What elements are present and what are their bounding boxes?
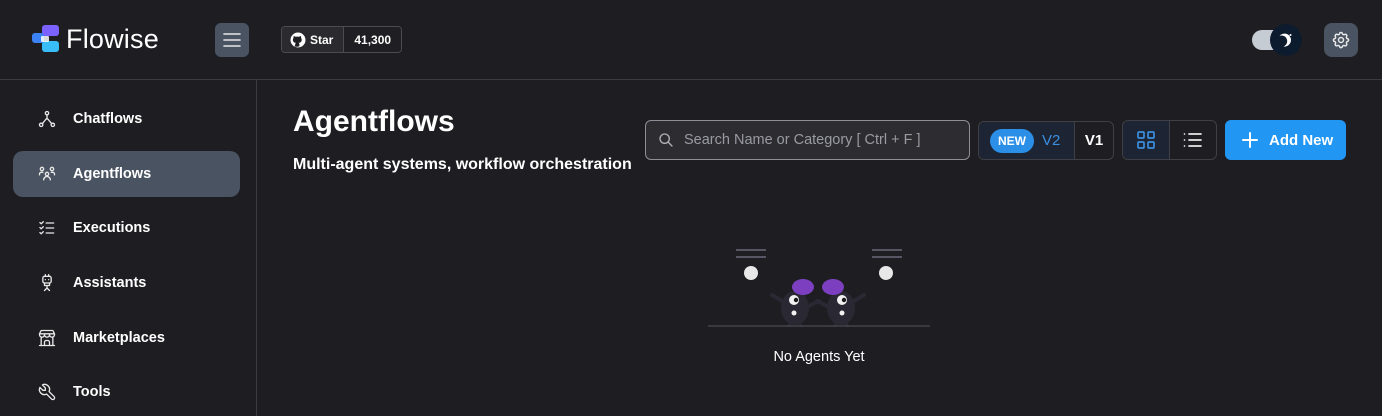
- github-star-button[interactable]: Star: [282, 27, 345, 52]
- sidebar-item-executions[interactable]: Executions: [13, 205, 240, 251]
- github-icon: [290, 32, 306, 47]
- sidebar-item-label: Tools: [73, 384, 111, 400]
- view-mode-toggle: [1122, 120, 1217, 160]
- sidebar-item-label: Marketplaces: [73, 330, 165, 346]
- plus-icon: [1242, 132, 1258, 148]
- tool-icon: [38, 383, 56, 401]
- github-star-label: Star: [310, 32, 334, 47]
- new-badge: NEW: [990, 128, 1034, 153]
- app-header: Flowise Star 41,300: [0, 0, 1382, 80]
- add-new-label: Add New: [1269, 131, 1334, 149]
- grid-icon: [1137, 131, 1155, 149]
- version-toggle: NEW V2 V1: [978, 121, 1114, 160]
- sidebar-item-assistants[interactable]: Assistants: [13, 260, 240, 306]
- moon-icon: [1279, 33, 1292, 47]
- sidebar-item-marketplaces[interactable]: Marketplaces: [13, 315, 240, 361]
- hamburger-menu-icon: [223, 33, 241, 47]
- empty-state-message: No Agents Yet: [773, 349, 865, 365]
- main-content: Agentflows Multi-agent systems, workflow…: [258, 80, 1382, 416]
- version-v1-button[interactable]: V1: [1075, 122, 1113, 159]
- brand-name: Flowise: [66, 23, 159, 54]
- page-title: Agentflows: [293, 105, 455, 138]
- search-input[interactable]: [684, 132, 964, 148]
- empty-state-illustration: [708, 249, 930, 327]
- list-check-icon: [39, 221, 55, 235]
- v2-label: V2: [1042, 132, 1061, 149]
- sidebar-item-label: Executions: [73, 220, 151, 236]
- dark-mode-toggle[interactable]: [1252, 24, 1302, 56]
- toggle-knob: [1270, 24, 1302, 56]
- sidebar: Chatflows Agentflows Executions Assistan…: [0, 80, 257, 416]
- flowise-logo-icon: [32, 25, 59, 52]
- gear-icon: [1332, 31, 1350, 49]
- robot-icon: [42, 274, 52, 292]
- version-v2-button[interactable]: NEW V2: [979, 122, 1075, 159]
- list-view-button[interactable]: [1170, 121, 1216, 159]
- page-subtitle: Multi-agent systems, workflow orchestrat…: [293, 156, 632, 173]
- sidebar-item-tools[interactable]: Tools: [13, 369, 240, 415]
- flowise-logo[interactable]: Flowise: [32, 23, 159, 55]
- settings-button[interactable]: [1324, 23, 1358, 57]
- sidebar-item-label: Chatflows: [73, 111, 143, 127]
- list-icon: [1183, 133, 1202, 147]
- sidebar-item-agentflows[interactable]: Agentflows: [13, 151, 240, 197]
- search-icon: [659, 133, 673, 147]
- hierarchy-icon: [38, 110, 56, 128]
- github-star-count[interactable]: 41,300: [344, 27, 402, 52]
- sidebar-toggle-button[interactable]: [215, 23, 249, 57]
- github-star-widget[interactable]: Star 41,300: [281, 26, 403, 53]
- search-box[interactable]: [645, 120, 970, 160]
- grid-view-button[interactable]: [1123, 121, 1170, 159]
- building-store-icon: [38, 329, 56, 347]
- users-group-icon: [38, 166, 56, 181]
- sidebar-item-label: Assistants: [73, 275, 147, 291]
- sidebar-item-label: Agentflows: [73, 166, 152, 182]
- sidebar-item-chatflows[interactable]: Chatflows: [13, 96, 240, 142]
- add-new-button[interactable]: Add New: [1225, 120, 1346, 160]
